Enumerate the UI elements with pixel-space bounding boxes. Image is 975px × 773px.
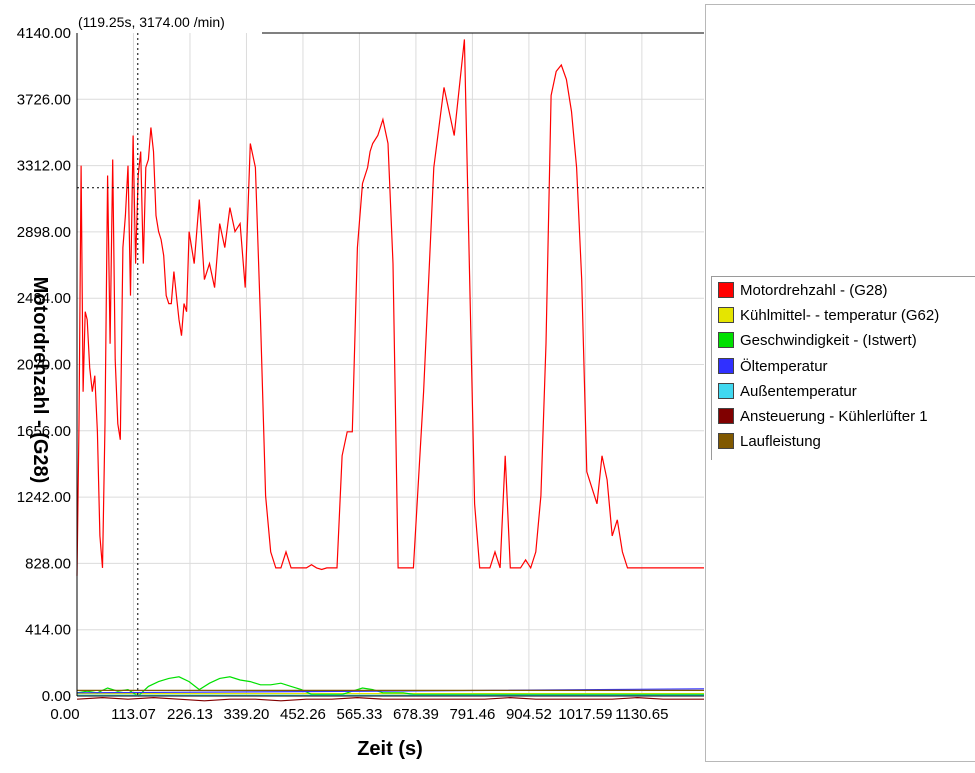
y-tick-label: 414.00 [25, 622, 71, 639]
x-tick-label: 565.33 [336, 706, 382, 723]
x-tick-label: 1130.65 [615, 706, 668, 723]
x-tick-label: 678.39 [393, 706, 439, 723]
x-tick-label: 0.00 [50, 706, 79, 723]
legend-label: Kühlmittel- - temperatur (G62) [740, 306, 940, 324]
legend-swatch [718, 307, 734, 323]
y-tick-label: 0.00 [42, 688, 71, 705]
y-tick-label: 828.00 [25, 555, 71, 572]
legend-label: Außentemperatur [740, 382, 857, 400]
x-tick-label: 113.07 [111, 706, 156, 723]
cursor-readout: (119.25s, 3174.00 /min) [76, 14, 227, 30]
legend-label: Laufleistung [740, 432, 821, 450]
legend-label: Öltemperatur [740, 357, 828, 375]
legend-swatch [718, 358, 734, 374]
legend-label: Motordrehzahl - (G28) [740, 281, 888, 299]
legend-swatch [718, 408, 734, 424]
x-tick-label: 904.52 [506, 706, 552, 723]
y-tick-label: 2898.00 [17, 224, 71, 241]
x-axis-label: Zeit (s) [357, 738, 423, 760]
legend-swatch [718, 433, 734, 449]
legend-label: Geschwindigkeit - (Istwert) [740, 331, 917, 349]
x-tick-label: 452.26 [280, 706, 326, 723]
legend-item-kuehlerluefter[interactable]: Ansteuerung - Kühlerlüfter 1 [718, 405, 928, 427]
legend-swatch [718, 332, 734, 348]
y-tick-label: 4140.00 [17, 25, 71, 42]
legend-item-laufleistung[interactable]: Laufleistung [718, 430, 821, 452]
y-axis-label: Motordrehzahl - (G28) [29, 277, 51, 484]
legend: Motordrehzahl - (G28) Kühlmittel- - temp… [711, 276, 975, 460]
x-tick-label: 791.46 [449, 706, 495, 723]
y-tick-label: 3312.00 [17, 158, 71, 175]
y-tick-label: 1242.00 [17, 489, 71, 506]
legend-swatch [718, 282, 734, 298]
x-tick-label: 1017.59 [558, 706, 612, 723]
legend-item-motordrehzahl[interactable]: Motordrehzahl - (G28) [718, 279, 888, 301]
legend-label: Ansteuerung - Kühlerlüfter 1 [740, 407, 928, 425]
x-tick-label: 339.20 [224, 706, 270, 723]
legend-item-geschwindigkeit[interactable]: Geschwindigkeit - (Istwert) [718, 329, 917, 351]
y-tick-label: 3726.00 [17, 91, 71, 108]
legend-swatch [718, 383, 734, 399]
x-tick-label: 226.13 [167, 706, 213, 723]
legend-item-oeltemperatur[interactable]: Öltemperatur [718, 355, 828, 377]
legend-item-kuehlmitteltemperatur[interactable]: Kühlmittel- - temperatur (G62) [718, 304, 939, 326]
legend-item-aussentemperatur[interactable]: Außentemperatur [718, 380, 857, 402]
